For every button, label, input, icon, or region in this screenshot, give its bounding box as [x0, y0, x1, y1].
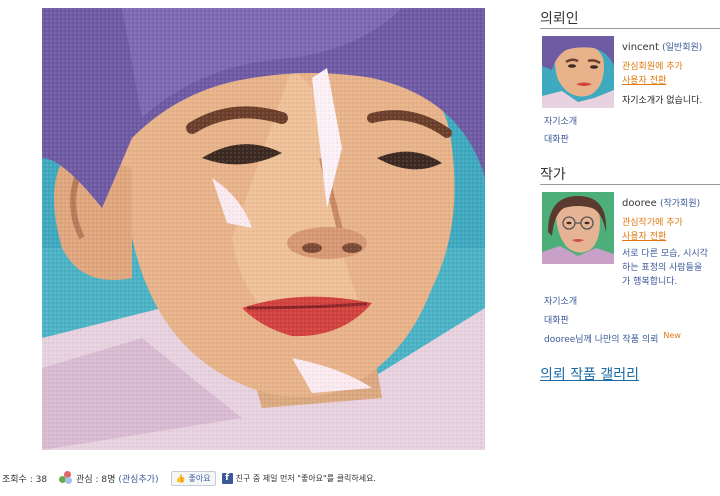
- artist-section-title: 작가: [540, 167, 566, 183]
- requester-avatar[interactable]: [542, 36, 614, 108]
- add-interest-link[interactable]: (관심추가): [118, 472, 158, 485]
- requester-intro-text: 자기소개가 없습니다.: [622, 96, 703, 106]
- sidebar: 의뢰인 vincent (일반회원) 관심회원에 추가 사용자 전환 자기소개가…: [540, 0, 720, 496]
- artist-intro-line: 서로 다른 모습, 시시각: [622, 249, 708, 259]
- artist-intro-line: 하는 표정의 사람들을: [622, 263, 703, 273]
- switch-user-link[interactable]: 사용자 전환: [622, 73, 666, 86]
- artist-username[interactable]: dooree: [622, 198, 657, 209]
- thumbs-up-icon: 👍: [175, 473, 186, 483]
- requester-username[interactable]: vincent: [622, 42, 659, 53]
- artist-avatar[interactable]: [542, 192, 614, 264]
- interest-count: 관심 : 8명: [76, 474, 116, 485]
- artist-intro-text: 서로 다른 모습, 시시각 하는 표정의 사람들을 가 행복합니다.: [622, 247, 720, 289]
- facebook-like-button[interactable]: 👍 좋아요: [170, 470, 216, 486]
- section-divider: [540, 28, 720, 29]
- commission-artist-link[interactable]: dooree님께 나만의 작품 의뢰 New: [544, 331, 681, 345]
- interest-icon: [59, 471, 73, 485]
- artist-profile-link[interactable]: 자기소개: [544, 294, 577, 307]
- view-count: 조회수 : 38: [2, 474, 48, 485]
- artist-grade: (작가회원): [659, 199, 701, 209]
- facebook-icon: f: [221, 472, 233, 484]
- like-button-label: 좋아요: [188, 473, 211, 483]
- commission-gallery-link[interactable]: 의뢰 작품 갤러리: [540, 364, 639, 384]
- new-badge: New: [663, 331, 681, 340]
- artist-board-link[interactable]: 대화판: [544, 313, 569, 326]
- portrait-painting-image: [42, 8, 485, 450]
- commission-link-label[interactable]: dooree님께 나만의 작품 의뢰: [544, 335, 658, 345]
- add-interest-member-link[interactable]: 관심회원에 추가: [622, 59, 683, 72]
- section-divider: [540, 184, 720, 185]
- commissioned-portrait-painting[interactable]: [42, 8, 485, 450]
- artist-intro-line: 가 행복합니다.: [622, 277, 678, 287]
- requester-board-link[interactable]: 대화판: [544, 132, 569, 145]
- switch-user-link[interactable]: 사용자 전환: [622, 229, 666, 242]
- requester-grade: (일반회원): [662, 43, 703, 53]
- requester-name[interactable]: vincent (일반회원): [622, 40, 702, 53]
- requester-profile-link[interactable]: 자기소개: [544, 114, 577, 127]
- facebook-like-message: 친구 중 제일 먼저 "좋아요"를 클릭하세요.: [235, 473, 376, 483]
- requester-section-title: 의뢰인: [540, 11, 579, 27]
- artist-name[interactable]: dooree (작가회원): [622, 196, 700, 209]
- add-interest-artist-link[interactable]: 관심작가에 추가: [622, 215, 683, 228]
